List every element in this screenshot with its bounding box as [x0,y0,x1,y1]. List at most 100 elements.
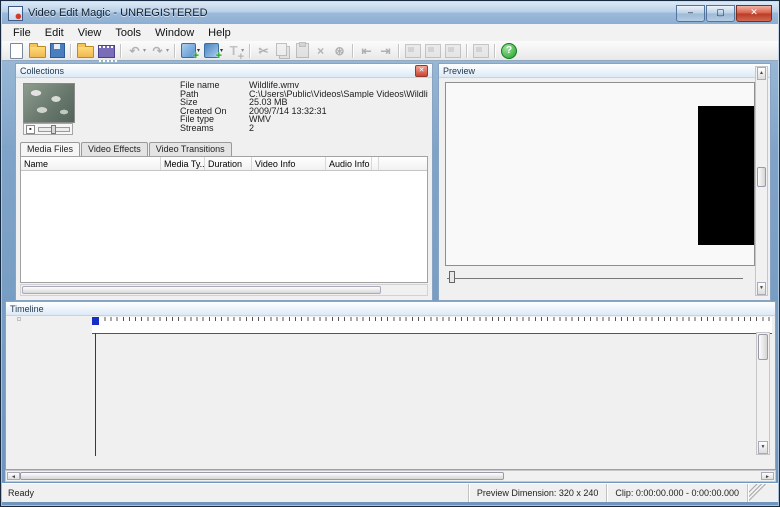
effect-properties-button[interactable]: ⊛ [330,42,349,60]
new-project-icon [10,43,23,59]
preview-slider-thumb[interactable] [449,271,455,283]
thumbnail-stop-button[interactable]: ■ [26,125,35,134]
save-project-button[interactable] [48,42,67,60]
status-clip-range: Clip: 0:00:00.000 - 0:00:00.000 [606,484,747,502]
undo-button[interactable]: ↶▾ [125,42,148,60]
window-controls: – ▢ ✕ [676,5,772,22]
make-movie-button[interactable] [471,42,491,60]
save-project-icon [50,43,65,58]
paste-icon [296,43,309,58]
tab-video-effects[interactable]: Video Effects [81,142,148,156]
paste-button[interactable] [294,42,311,60]
timeline-vscrollbar[interactable]: ▼ [756,332,770,455]
menu-item-file[interactable]: File [6,26,38,40]
thumbnail-player: ■ [23,123,73,135]
export-frame-button[interactable] [403,42,423,60]
menu-item-window[interactable]: Window [148,26,201,40]
dropdown-arrow-icon[interactable]: ▾ [166,47,169,54]
collections-close-icon[interactable]: ✕ [415,65,428,77]
minimize-button[interactable]: – [676,5,705,22]
media-files-table: NameMedia Ty...DurationVideo InfoAudio I… [20,156,428,283]
timeline-header: Timeline [6,302,775,316]
preview-vscrollbar[interactable]: ▲ ▼ [755,66,768,296]
scroll-down-icon[interactable]: ▼ [757,282,766,295]
split-clip-button[interactable]: ⇥ [376,42,395,60]
thumbnail-seek-slider[interactable] [38,127,70,132]
capture-frame-button[interactable] [423,42,443,60]
copy-button[interactable] [273,42,294,60]
add-video-transition-icon [204,43,219,58]
preview-video-area [698,106,754,245]
open-collection-button[interactable] [75,42,96,60]
preview-seek-slider[interactable] [447,269,743,279]
help-button[interactable]: ? [499,42,519,60]
timeline-hscroll-thumb[interactable] [20,472,504,480]
preview-viewport [445,82,755,266]
trim-left-button[interactable]: ⇤ [357,42,376,60]
menu-item-edit[interactable]: Edit [38,26,71,40]
column-header-name[interactable]: Name [21,157,161,170]
menu-item-help[interactable]: Help [201,26,238,40]
add-video-effect-icon [181,43,196,58]
new-project-button[interactable] [6,42,27,60]
file-info-row: File typeWMV [180,115,428,124]
file-info-value: C:\Users\Public\Videos\Sample Videos\Wil… [249,90,428,99]
full-screen-preview-button[interactable] [443,42,463,60]
timeline-panel: Timeline ▼ [5,301,776,470]
redo-icon: ↷ [150,43,165,58]
scroll-up-icon[interactable]: ▲ [757,67,766,80]
menu-item-tools[interactable]: Tools [108,26,148,40]
column-header-duration[interactable]: Duration [205,157,252,170]
collections-hscrollbar[interactable] [20,284,428,296]
window-title: Video Edit Magic - UNREGISTERED [28,7,208,19]
open-project-button[interactable] [27,42,48,60]
maximize-button[interactable]: ▢ [706,5,735,22]
file-info-value: 2 [249,124,254,133]
collections-hscroll-thumb[interactable] [22,286,381,294]
preview-title: Preview [443,66,475,76]
open-project-icon [29,46,46,58]
preview-vscroll-thumb[interactable] [757,167,766,187]
collections-header: Collections ✕ [16,64,432,78]
timeline-ruler[interactable] [92,317,772,334]
menu-item-view[interactable]: View [71,26,109,40]
toolbar-separator [494,44,496,58]
toolbar-separator [120,44,122,58]
timeline-position-marker[interactable] [92,317,99,325]
playhead-line[interactable] [95,333,96,456]
scroll-right-icon[interactable]: ► [761,472,774,480]
add-text-button[interactable]: T▾ [225,42,246,60]
file-info-value: 2009/7/14 13:32:31 [249,107,327,116]
toolbar-separator [70,44,72,58]
copy-icon [276,43,287,56]
toolbar-separator [249,44,251,58]
scroll-down-icon[interactable]: ▼ [758,441,768,454]
delete-button[interactable]: × [311,42,330,60]
file-info-row: PathC:\Users\Public\Videos\Sample Videos… [180,90,428,99]
redo-button[interactable]: ↷▾ [148,42,171,60]
column-header-audio-info[interactable]: Audio Info [326,157,372,170]
add-media-file-button[interactable] [96,42,117,60]
scroll-left-icon[interactable]: ◄ [7,472,20,480]
timeline-tracks [17,335,752,456]
thumbnail-slider-thumb[interactable] [51,125,56,134]
tab-media-files[interactable]: Media Files [20,142,80,156]
close-button[interactable]: ✕ [736,5,772,22]
resize-grip[interactable] [747,484,778,502]
timeline-vscroll-thumb[interactable] [758,334,768,360]
tab-video-transitions[interactable]: Video Transitions [149,142,232,156]
dropdown-arrow-icon[interactable]: ▾ [143,47,146,54]
timeline-hscrollbar[interactable]: ◄ ► [5,470,776,482]
column-header-video-info[interactable]: Video Info [252,157,326,170]
ruler-minor-ticks [92,317,772,321]
column-header-media-ty-[interactable]: Media Ty... [161,157,205,170]
add-video-effect-button[interactable]: ▾ [179,42,202,60]
cut-icon: ✂ [256,43,271,58]
toolbar-separator [398,44,400,58]
undo-icon: ↶ [127,43,142,58]
add-video-transition-button[interactable]: ▾ [202,42,225,60]
menu-bar: FileEditViewToolsWindowHelp [2,24,778,41]
app-icon [8,6,23,21]
delete-icon: × [313,43,328,58]
cut-button[interactable]: ✂ [254,42,273,60]
